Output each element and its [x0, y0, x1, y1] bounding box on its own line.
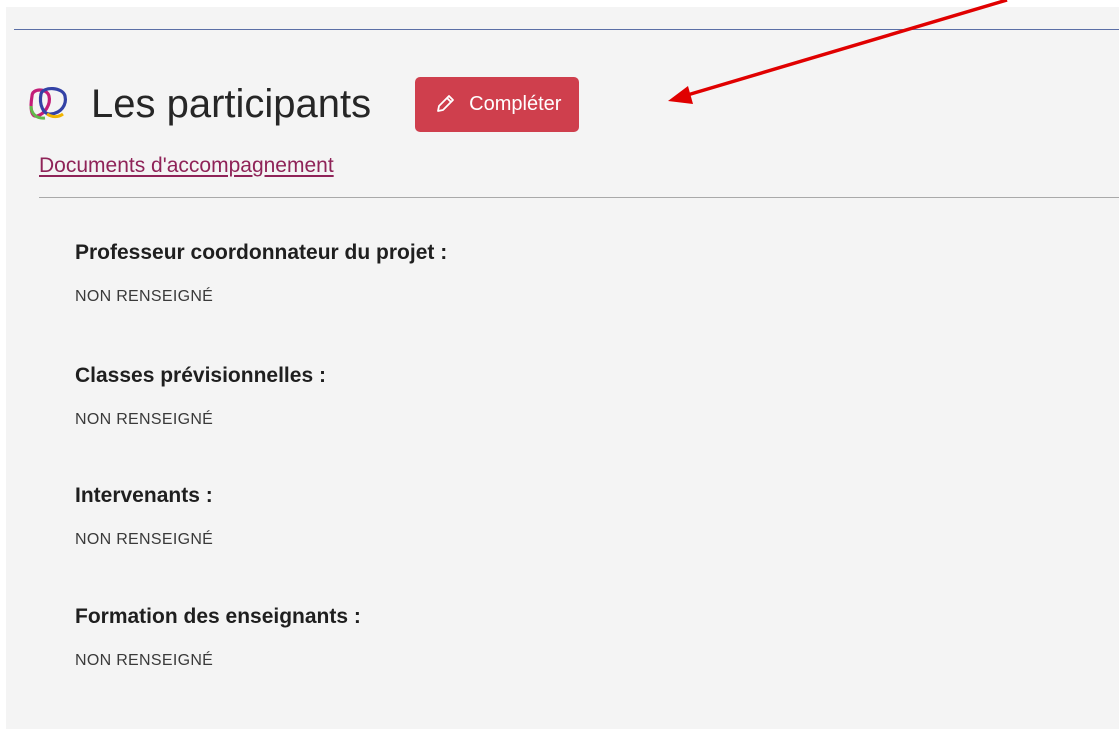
section-training: Formation des enseignants : NON RENSEIGN… [75, 605, 361, 670]
section-classes: Classes prévisionnelles : NON RENSEIGNÉ [75, 364, 326, 429]
section-value: NON RENSEIGNÉ [75, 531, 214, 548]
section-title: Classes prévisionnelles : [75, 364, 326, 387]
complete-button-label: Compléter [469, 92, 562, 115]
header-divider [39, 197, 1119, 198]
section-title: Professeur coordonnateur du projet : [75, 241, 448, 264]
overlapping-bubbles-icon [27, 84, 77, 124]
page: Les participants Compléter Documents d'a… [0, 0, 1119, 729]
top-divider [14, 29, 1119, 30]
section-value: NON RENSEIGNÉ [75, 652, 214, 669]
pencil-icon [434, 93, 456, 115]
section-coordinator: Professeur coordonnateur du projet : NON… [75, 241, 447, 306]
page-title: Les participants [91, 82, 372, 126]
documents-link[interactable]: Documents d'accompagnement [39, 154, 334, 178]
section-value: NON RENSEIGNÉ [75, 411, 214, 428]
section-title: Formation des enseignants : [75, 605, 361, 628]
section-title: Intervenants : [75, 484, 213, 507]
section-value: NON RENSEIGNÉ [75, 288, 214, 305]
complete-button[interactable]: Compléter [415, 76, 580, 132]
section-intervenants: Intervenants : NON RENSEIGNÉ [75, 484, 213, 549]
section-header: Les participants Compléter [27, 76, 580, 132]
